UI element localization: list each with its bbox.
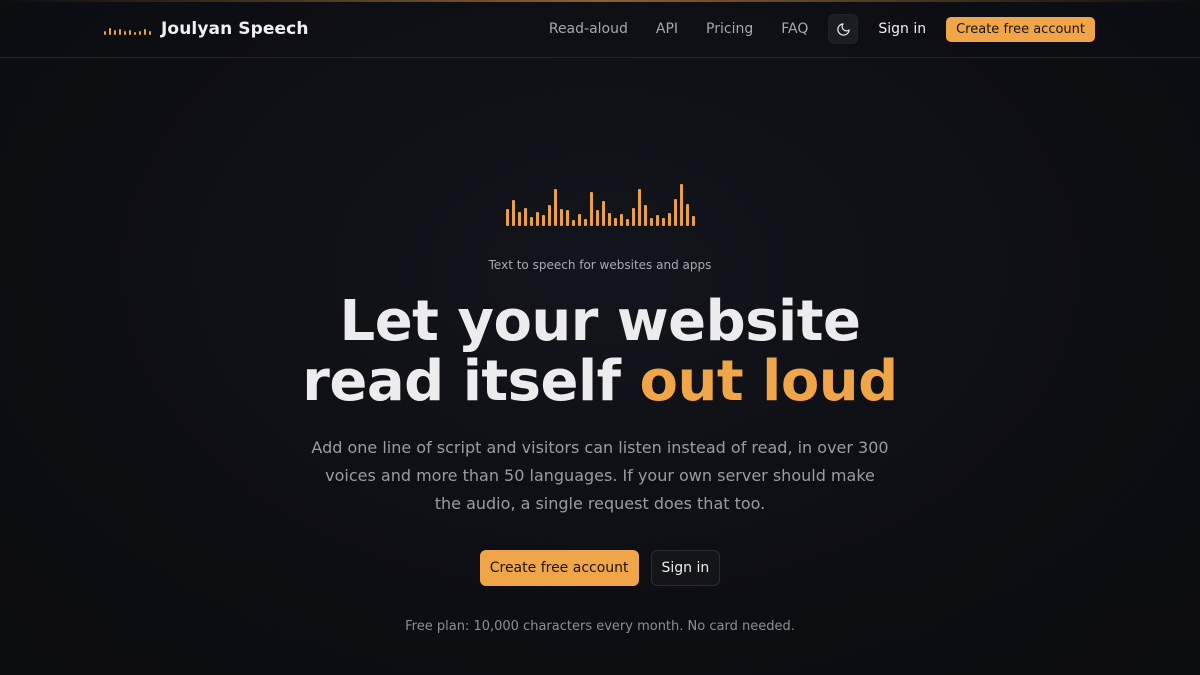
hero-title-accent: out loud bbox=[639, 349, 899, 414]
hero-section: Text to speech for websites and apps Let… bbox=[0, 0, 1200, 675]
free-plan-note: Free plan: 10,000 characters every month… bbox=[405, 619, 795, 634]
hero-create-account-button[interactable]: Create free account bbox=[479, 550, 639, 586]
hero-description: Add one line of script and visitors can … bbox=[311, 438, 889, 513]
hero-title: Let your website read itself out loud bbox=[0, 292, 1200, 412]
hero-actions: Create free account Sign in bbox=[0, 550, 1200, 586]
hero-title-line1: Let your website bbox=[339, 289, 861, 354]
hero-eyebrow: Text to speech for websites and apps bbox=[488, 258, 712, 272]
hero-sign-in-button[interactable]: Sign in bbox=[650, 550, 721, 586]
waveform-illustration bbox=[506, 183, 696, 226]
hero-title-line2: read itself bbox=[302, 349, 640, 414]
